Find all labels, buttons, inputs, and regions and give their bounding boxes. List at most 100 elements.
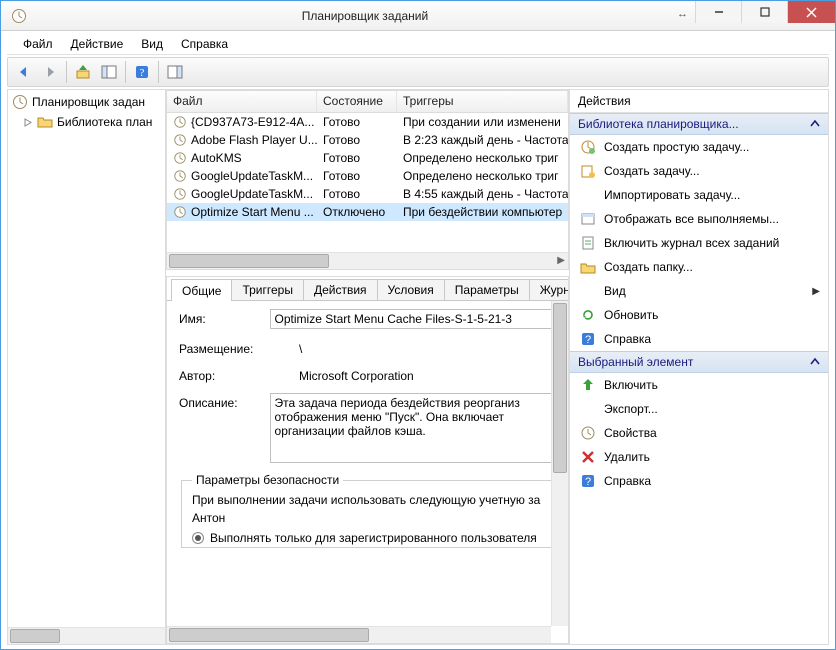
clock-icon	[173, 205, 187, 219]
properties-icon	[580, 425, 596, 441]
action-new-folder[interactable]: Создать папку...	[570, 255, 828, 279]
location-value: \	[299, 339, 558, 356]
create-basic-icon	[580, 139, 596, 155]
minimize-button[interactable]	[695, 1, 741, 23]
clock-icon	[173, 151, 187, 165]
maximize-button[interactable]	[741, 1, 787, 23]
actions-title: Действия	[570, 90, 828, 113]
delete-icon	[580, 449, 596, 465]
security-account-user: Антон	[192, 511, 545, 525]
tab-params[interactable]: Параметры	[444, 279, 530, 300]
work-area: Планировщик задан Библиотека план Файл С…	[7, 89, 829, 645]
table-row[interactable]: Adobe Flash Player U...ГотовоВ 2:23 кажд…	[167, 131, 568, 149]
clock-icon	[12, 94, 28, 110]
security-params-legend: Параметры безопасности	[192, 473, 343, 487]
col-header-state[interactable]: Состояние	[317, 91, 397, 112]
task-table: Файл Состояние Триггеры {CD937A73-E912-4…	[166, 90, 569, 270]
tab-triggers[interactable]: Триггеры	[231, 279, 304, 300]
action-import-task[interactable]: Импортировать задачу...	[570, 183, 828, 207]
menu-file[interactable]: Файл	[15, 35, 61, 54]
help-icon: ?	[580, 473, 596, 489]
svg-text:?: ?	[140, 67, 145, 79]
help-button[interactable]: ?	[130, 60, 154, 84]
actions-group-library-label: Библиотека планировщика...	[578, 117, 739, 131]
help-icon: ?	[580, 331, 596, 347]
folder-icon	[37, 114, 53, 130]
action-export[interactable]: Экспорт...	[570, 397, 828, 421]
name-field[interactable]	[270, 309, 558, 329]
description-label: Описание:	[179, 393, 270, 410]
details-hscrollbar[interactable]	[167, 626, 551, 643]
table-hscrollbar[interactable]: ▶	[167, 252, 568, 269]
action-view[interactable]: Вид ▶	[570, 279, 828, 303]
window-title: Планировщик заданий	[35, 9, 695, 23]
action-create-task[interactable]: Создать задачу...	[570, 159, 828, 183]
center-pane: Файл Состояние Триггеры {CD937A73-E912-4…	[166, 90, 570, 644]
svg-text:?: ?	[585, 476, 591, 488]
chevron-right-icon: ▶	[812, 286, 820, 297]
tree-library-node[interactable]: Библиотека план	[8, 112, 165, 132]
tree-hscrollbar[interactable]	[8, 627, 165, 644]
action-enable-log[interactable]: Включить журнал всех заданий	[570, 231, 828, 255]
tab-log[interactable]: Журн	[529, 279, 569, 300]
enable-log-icon	[580, 235, 596, 251]
table-row[interactable]: AutoKMSГотовоОпределено несколько триг	[167, 149, 568, 167]
action-help-2[interactable]: ? Справка	[570, 469, 828, 493]
menu-action[interactable]: Действие	[63, 35, 132, 54]
menu-view[interactable]: Вид	[133, 35, 171, 54]
up-button[interactable]	[71, 60, 95, 84]
action-help-1[interactable]: ? Справка	[570, 327, 828, 351]
menu-help[interactable]: Справка	[173, 35, 236, 54]
tab-conditions[interactable]: Условия	[377, 279, 445, 300]
show-hide-actions-button[interactable]	[163, 60, 187, 84]
tab-general[interactable]: Общие	[171, 279, 232, 301]
author-label: Автор:	[179, 366, 299, 383]
svg-text:?: ?	[585, 334, 591, 346]
tree-root-label: Планировщик задан	[32, 95, 145, 109]
col-header-file[interactable]: Файл	[167, 91, 317, 112]
clock-icon	[173, 169, 187, 183]
tree-library-label: Библиотека план	[57, 115, 152, 129]
tab-actions[interactable]: Действия	[303, 279, 378, 300]
table-row[interactable]: GoogleUpdateTaskM...ГотовоОпределено нес…	[167, 167, 568, 185]
titlebar: Планировщик заданий ↔	[1, 1, 835, 31]
tree-root-node[interactable]: Планировщик задан	[8, 92, 165, 112]
action-create-basic-task[interactable]: Создать простую задачу...	[570, 135, 828, 159]
run-only-logged-label: Выполнять только для зарегистрированного…	[210, 531, 537, 545]
action-properties[interactable]: Свойства	[570, 421, 828, 445]
collapse-icon	[810, 119, 820, 129]
new-folder-icon	[580, 259, 596, 275]
clock-icon	[173, 187, 187, 201]
refresh-icon	[580, 307, 596, 323]
name-label: Имя:	[179, 309, 270, 326]
details-vscrollbar[interactable]	[551, 301, 568, 626]
resize-indicator: ↔	[677, 8, 688, 20]
table-row[interactable]: GoogleUpdateTaskM...ГотовоВ 4:55 каждый …	[167, 185, 568, 203]
action-show-running[interactable]: Отображать все выполняемы...	[570, 207, 828, 231]
collapse-icon	[810, 357, 820, 367]
location-label: Размещение:	[179, 339, 299, 356]
security-params-group: Параметры безопасности При выполнении за…	[181, 473, 556, 548]
clock-icon	[173, 133, 187, 147]
run-only-logged-radio[interactable]	[192, 532, 204, 544]
col-header-triggers[interactable]: Триггеры	[397, 91, 568, 112]
show-hide-tree-button[interactable]	[97, 60, 121, 84]
actions-group-selected-label: Выбранный элемент	[578, 355, 693, 369]
close-button[interactable]	[787, 1, 835, 23]
clock-icon	[173, 115, 187, 129]
actions-pane: Действия Библиотека планировщика... Созд…	[570, 90, 828, 644]
back-button[interactable]	[12, 60, 36, 84]
description-field[interactable]	[270, 393, 558, 463]
action-delete[interactable]: Удалить	[570, 445, 828, 469]
action-refresh[interactable]: Обновить	[570, 303, 828, 327]
table-row[interactable]: {CD937A73-E912-4A...ГотовоПри создании и…	[167, 113, 568, 131]
actions-group-selected[interactable]: Выбранный элемент	[570, 351, 828, 373]
app-icon	[11, 8, 27, 24]
table-row[interactable]: Optimize Start Menu ...ОтключеноПри безд…	[167, 203, 568, 221]
forward-button[interactable]	[38, 60, 62, 84]
tree-pane: Планировщик задан Библиотека план	[8, 90, 166, 644]
actions-group-library[interactable]: Библиотека планировщика...	[570, 113, 828, 135]
author-value: Microsoft Corporation	[299, 366, 558, 383]
action-enable[interactable]: Включить	[570, 373, 828, 397]
show-running-icon	[580, 211, 596, 227]
